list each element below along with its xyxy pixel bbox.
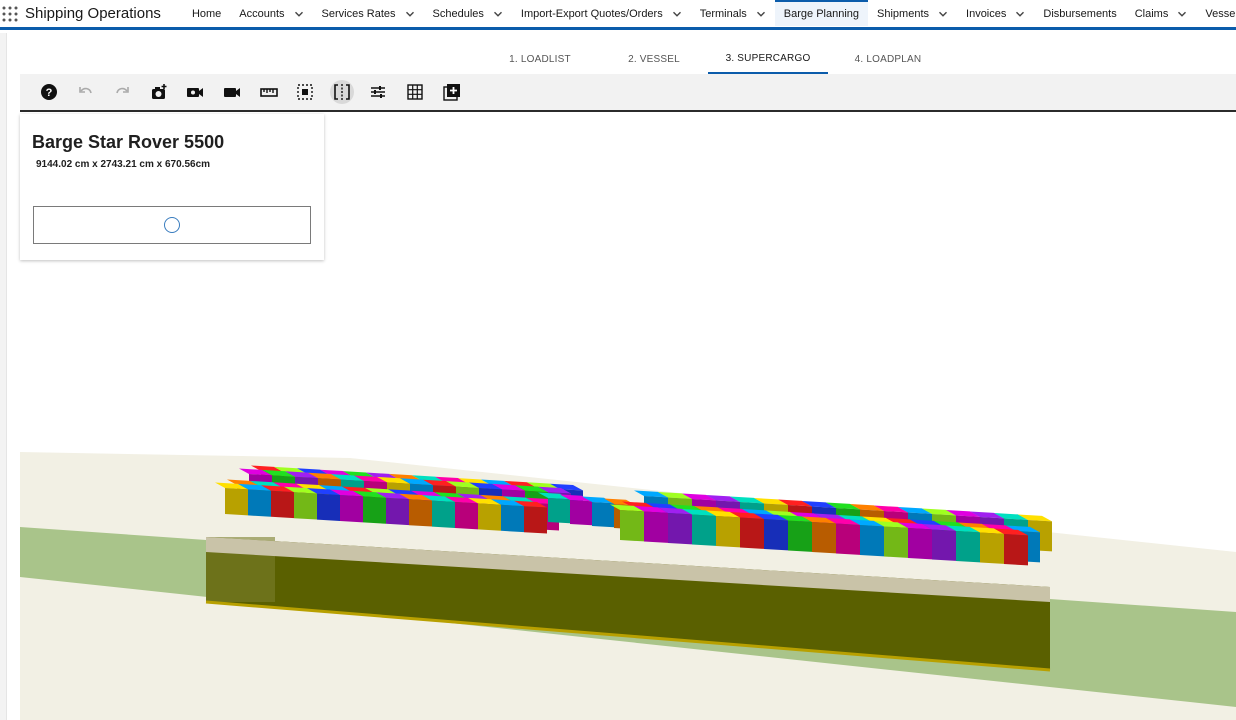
nav-item-label: Disbursements xyxy=(1043,7,1117,20)
container-box[interactable] xyxy=(740,517,764,549)
nav-item-label: Import-Export Quotes/Orders xyxy=(520,7,663,20)
container-box[interactable] xyxy=(478,503,501,531)
chevron-down-icon[interactable] xyxy=(405,9,415,19)
container-box[interactable] xyxy=(548,498,570,524)
container-box[interactable] xyxy=(1004,534,1028,566)
barge-scene[interactable] xyxy=(20,262,1236,720)
nav-item-label: Services Rates xyxy=(321,7,396,20)
container-box[interactable] xyxy=(860,525,884,557)
container-box[interactable] xyxy=(524,506,547,534)
nav-item-accounts[interactable]: Accounts xyxy=(230,0,312,29)
container-box[interactable] xyxy=(501,504,524,533)
container-box[interactable] xyxy=(692,514,716,546)
container-box[interactable] xyxy=(764,519,788,551)
step-tab-1[interactable]: 1. LOADLIST xyxy=(480,44,600,74)
sliders-icon[interactable] xyxy=(366,80,390,104)
container-box[interactable] xyxy=(363,496,386,524)
container-box[interactable] xyxy=(455,502,478,530)
step-tab-2[interactable]: 2. VESSEL xyxy=(600,44,708,74)
nav-item-label: Terminals xyxy=(699,7,747,20)
container-box[interactable] xyxy=(409,499,432,527)
step-tab-4[interactable]: 4. LOADPLAN xyxy=(828,44,948,74)
top-navigation-bar: Shipping Operations Home Accounts Services… xyxy=(0,0,1236,30)
nav-item-home[interactable]: Home xyxy=(183,0,230,29)
nav-item-import-export-quotes-orders[interactable]: Import-Export Quotes/Orders xyxy=(512,0,691,29)
chevron-down-icon[interactable] xyxy=(294,9,304,19)
container-box[interactable] xyxy=(248,489,271,517)
container-box[interactable] xyxy=(386,497,409,526)
nav-item-label: Home xyxy=(191,7,222,20)
step-tabs: 1. LOADLIST 2. VESSEL 3. SUPERCARGO 4. LOAD… xyxy=(480,44,948,74)
container-box[interactable] xyxy=(788,520,812,552)
app-name: Shipping Operations xyxy=(25,5,161,22)
grid-icon[interactable] xyxy=(403,80,427,104)
container-box[interactable] xyxy=(716,516,740,548)
split-view-icon[interactable] xyxy=(329,80,354,104)
3d-barge-viewport[interactable] xyxy=(20,262,1236,720)
utility-strip xyxy=(0,33,7,720)
nav-item-vessels[interactable]: Vessels xyxy=(1196,0,1236,29)
nav-item-label: Barge Planning xyxy=(783,7,860,20)
nav-item-shipments[interactable]: Shipments xyxy=(868,0,957,29)
help-icon[interactable]: ? xyxy=(37,80,61,104)
container-box[interactable] xyxy=(884,526,908,558)
nav-items: Home Accounts Services Rates Schedules Impor… xyxy=(183,0,1236,29)
camera-add-icon[interactable] xyxy=(147,80,171,104)
container-box[interactable] xyxy=(908,528,932,560)
redo-icon[interactable] xyxy=(110,80,134,104)
nav-item-invoices[interactable]: Invoices xyxy=(957,0,1034,29)
container-box[interactable] xyxy=(812,522,836,554)
container-box[interactable] xyxy=(668,513,692,545)
ruler-icon[interactable] xyxy=(257,80,281,104)
undo-icon[interactable] xyxy=(74,80,98,104)
nav-item-label: Schedules xyxy=(432,7,484,20)
video-record-icon[interactable] xyxy=(220,80,244,104)
nav-item-label: Accounts xyxy=(239,7,285,20)
nav-item-label: Vessels xyxy=(1205,7,1236,20)
nav-item-label: Invoices xyxy=(966,7,1007,20)
svg-text:?: ? xyxy=(46,87,53,99)
chevron-down-icon[interactable] xyxy=(756,9,766,19)
loading-box[interactable] xyxy=(33,206,311,244)
container-box[interactable] xyxy=(570,500,592,526)
add-box-icon[interactable] xyxy=(440,80,464,104)
chevron-down-icon[interactable] xyxy=(493,9,503,19)
step-tab-3[interactable]: 3. SUPERCARGO xyxy=(708,44,828,74)
container-box[interactable] xyxy=(317,493,340,521)
container-box[interactable] xyxy=(956,531,980,563)
container-box[interactable] xyxy=(294,492,317,520)
container-box[interactable] xyxy=(271,490,294,519)
nav-item-label: Shipments xyxy=(877,7,930,20)
container-box[interactable] xyxy=(225,488,248,516)
chevron-down-icon[interactable] xyxy=(938,9,948,19)
loading-spinner-icon xyxy=(164,217,180,233)
nav-item-schedules[interactable]: Schedules xyxy=(424,0,512,29)
container-box[interactable] xyxy=(620,510,644,542)
vessel-title: Barge Star Rover 5500 xyxy=(32,132,225,152)
chevron-down-icon[interactable] xyxy=(1015,9,1025,19)
container-box[interactable] xyxy=(836,523,860,555)
nav-item-barge-planning[interactable]: Barge Planning xyxy=(774,0,869,26)
nav-item-services-rates[interactable]: Services Rates xyxy=(313,0,424,29)
container-box[interactable] xyxy=(644,511,668,543)
nav-item-terminals[interactable]: Terminals xyxy=(691,0,775,29)
chevron-down-icon[interactable] xyxy=(1177,9,1187,19)
container-box[interactable] xyxy=(340,495,363,523)
nav-item-label: Claims xyxy=(1134,7,1169,20)
nav-item-disbursements[interactable]: Disbursements xyxy=(1034,0,1125,29)
video-camera-icon[interactable] xyxy=(183,80,207,104)
nav-item-claims[interactable]: Claims xyxy=(1126,0,1197,29)
vessel-info-card: Barge Star Rover 5500 9144.02 cm x 2743.… xyxy=(20,114,324,260)
container-box[interactable] xyxy=(980,532,1004,564)
vessel-dimensions: 9144.02 cm x 2743.21 cm x 670.56cm xyxy=(36,159,211,170)
container-box[interactable] xyxy=(592,502,614,528)
select-box-icon[interactable] xyxy=(293,80,317,104)
container-box[interactable] xyxy=(432,500,455,528)
chevron-down-icon[interactable] xyxy=(672,9,682,19)
container-box[interactable] xyxy=(932,529,956,561)
app-launcher-icon[interactable] xyxy=(2,0,18,29)
scene-toolbar: ? xyxy=(20,74,1236,112)
